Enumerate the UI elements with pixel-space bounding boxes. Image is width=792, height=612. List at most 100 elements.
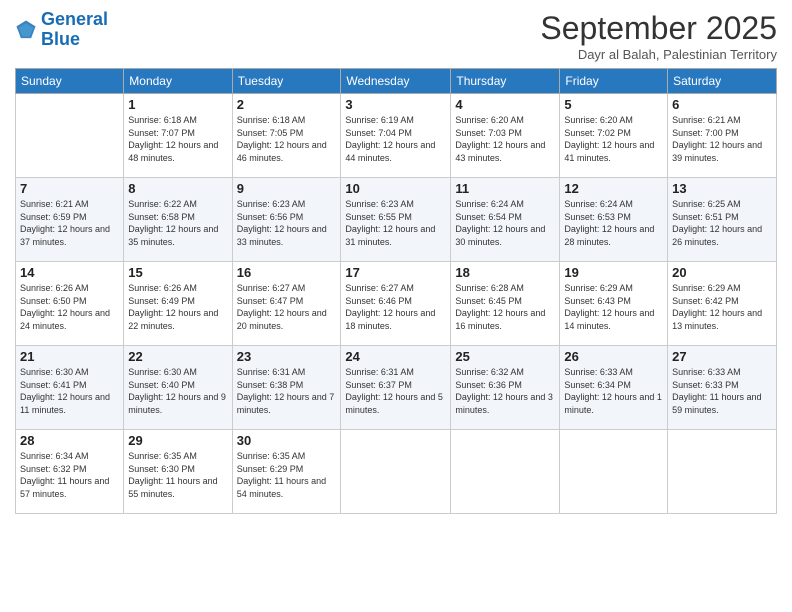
day-cell: 13 Sunrise: 6:25 AMSunset: 6:51 PMDayligh… (668, 178, 777, 262)
day-number: 28 (20, 433, 119, 448)
day-number: 25 (455, 349, 555, 364)
day-number: 22 (128, 349, 227, 364)
day-cell: 12 Sunrise: 6:24 AMSunset: 6:53 PMDayligh… (560, 178, 668, 262)
day-number: 17 (345, 265, 446, 280)
day-cell: 15 Sunrise: 6:26 AMSunset: 6:49 PMDayligh… (124, 262, 232, 346)
day-info: Sunrise: 6:23 AMSunset: 6:55 PMDaylight:… (345, 198, 446, 248)
day-cell: 30 Sunrise: 6:35 AMSunset: 6:29 PMDayligh… (232, 430, 341, 514)
day-cell: 20 Sunrise: 6:29 AMSunset: 6:42 PMDayligh… (668, 262, 777, 346)
day-cell: 28Sunrise: 6:34 AMSunset: 6:32 PMDayligh… (16, 430, 124, 514)
week-row-4: 28Sunrise: 6:34 AMSunset: 6:32 PMDayligh… (16, 430, 777, 514)
day-cell: 27 Sunrise: 6:33 AMSunset: 6:33 PMDayligh… (668, 346, 777, 430)
header-day-saturday: Saturday (668, 69, 777, 94)
day-cell (451, 430, 560, 514)
header-day-friday: Friday (560, 69, 668, 94)
day-cell: 21 Sunrise: 6:30 AMSunset: 6:41 PMDayligh… (16, 346, 124, 430)
day-cell: 10 Sunrise: 6:23 AMSunset: 6:55 PMDayligh… (341, 178, 451, 262)
day-info: Sunrise: 6:24 AMSunset: 6:53 PMDaylight:… (564, 198, 663, 248)
day-cell: 2 Sunrise: 6:18 AMSunset: 7:05 PMDaylight… (232, 94, 341, 178)
day-cell: 14 Sunrise: 6:26 AMSunset: 6:50 PMDayligh… (16, 262, 124, 346)
month-title: September 2025 (540, 10, 777, 47)
header-day-thursday: Thursday (451, 69, 560, 94)
header-day-sunday: Sunday (16, 69, 124, 94)
header-day-monday: Monday (124, 69, 232, 94)
day-cell: 19 Sunrise: 6:29 AMSunset: 6:43 PMDayligh… (560, 262, 668, 346)
day-number: 8 (128, 181, 227, 196)
day-info: Sunrise: 6:20 AMSunset: 7:02 PMDaylight:… (564, 114, 663, 164)
day-number: 12 (564, 181, 663, 196)
day-number: 15 (128, 265, 227, 280)
day-info: Sunrise: 6:22 AMSunset: 6:58 PMDaylight:… (128, 198, 227, 248)
day-info: Sunrise: 6:27 AMSunset: 6:47 PMDaylight:… (237, 282, 337, 332)
day-info: Sunrise: 6:23 AMSunset: 6:56 PMDaylight:… (237, 198, 337, 248)
day-info: Sunrise: 6:19 AMSunset: 7:04 PMDaylight:… (345, 114, 446, 164)
day-cell: 8 Sunrise: 6:22 AMSunset: 6:58 PMDaylight… (124, 178, 232, 262)
day-number: 26 (564, 349, 663, 364)
day-cell: 5 Sunrise: 6:20 AMSunset: 7:02 PMDaylight… (560, 94, 668, 178)
day-number: 27 (672, 349, 772, 364)
week-row-3: 21 Sunrise: 6:30 AMSunset: 6:41 PMDayligh… (16, 346, 777, 430)
day-info: Sunrise: 6:21 AMSunset: 7:00 PMDaylight:… (672, 114, 772, 164)
day-number: 14 (20, 265, 119, 280)
header-row: SundayMondayTuesdayWednesdayThursdayFrid… (16, 69, 777, 94)
day-number: 18 (455, 265, 555, 280)
logo-text: General Blue (41, 10, 108, 50)
day-info: Sunrise: 6:35 AMSunset: 6:29 PMDaylight:… (237, 450, 337, 500)
day-info: Sunrise: 6:20 AMSunset: 7:03 PMDaylight:… (455, 114, 555, 164)
day-number: 1 (128, 97, 227, 112)
day-cell: 17 Sunrise: 6:27 AMSunset: 6:46 PMDayligh… (341, 262, 451, 346)
day-cell: 24Sunrise: 6:31 AMSunset: 6:37 PMDayligh… (341, 346, 451, 430)
day-info: Sunrise: 6:35 AMSunset: 6:30 PMDaylight:… (128, 450, 227, 500)
calendar-table: SundayMondayTuesdayWednesdayThursdayFrid… (15, 68, 777, 514)
day-cell (668, 430, 777, 514)
day-number: 29 (128, 433, 227, 448)
day-number: 21 (20, 349, 119, 364)
day-cell: 9 Sunrise: 6:23 AMSunset: 6:56 PMDaylight… (232, 178, 341, 262)
day-number: 19 (564, 265, 663, 280)
day-info: Sunrise: 6:25 AMSunset: 6:51 PMDaylight:… (672, 198, 772, 248)
day-info: Sunrise: 6:31 AMSunset: 6:38 PMDaylight:… (237, 366, 337, 416)
day-info: Sunrise: 6:28 AMSunset: 6:45 PMDaylight:… (455, 282, 555, 332)
day-cell: 23 Sunrise: 6:31 AMSunset: 6:38 PMDayligh… (232, 346, 341, 430)
day-number: 23 (237, 349, 337, 364)
day-info: Sunrise: 6:30 AMSunset: 6:41 PMDaylight:… (20, 366, 119, 416)
day-number: 13 (672, 181, 772, 196)
day-cell: 16 Sunrise: 6:27 AMSunset: 6:47 PMDayligh… (232, 262, 341, 346)
day-info: Sunrise: 6:32 AMSunset: 6:36 PMDaylight:… (455, 366, 555, 416)
day-cell: 18 Sunrise: 6:28 AMSunset: 6:45 PMDayligh… (451, 262, 560, 346)
header-day-wednesday: Wednesday (341, 69, 451, 94)
location-subtitle: Dayr al Balah, Palestinian Territory (540, 47, 777, 62)
day-cell: 7 Sunrise: 6:21 AMSunset: 6:59 PMDaylight… (16, 178, 124, 262)
day-info: Sunrise: 6:21 AMSunset: 6:59 PMDaylight:… (20, 198, 119, 248)
day-number: 7 (20, 181, 119, 196)
day-cell: 29 Sunrise: 6:35 AMSunset: 6:30 PMDayligh… (124, 430, 232, 514)
day-cell (560, 430, 668, 514)
day-number: 2 (237, 97, 337, 112)
day-cell: 6 Sunrise: 6:21 AMSunset: 7:00 PMDaylight… (668, 94, 777, 178)
day-info: Sunrise: 6:29 AMSunset: 6:42 PMDaylight:… (672, 282, 772, 332)
day-info: Sunrise: 6:27 AMSunset: 6:46 PMDaylight:… (345, 282, 446, 332)
logo-icon (15, 19, 37, 41)
day-number: 6 (672, 97, 772, 112)
day-info: Sunrise: 6:26 AMSunset: 6:49 PMDaylight:… (128, 282, 227, 332)
logo: General Blue (15, 10, 108, 50)
week-row-2: 14 Sunrise: 6:26 AMSunset: 6:50 PMDayligh… (16, 262, 777, 346)
logo-line1: General (41, 9, 108, 29)
day-info: Sunrise: 6:33 AMSunset: 6:33 PMDaylight:… (672, 366, 772, 416)
header-day-tuesday: Tuesday (232, 69, 341, 94)
day-number: 9 (237, 181, 337, 196)
day-number: 16 (237, 265, 337, 280)
title-block: September 2025 Dayr al Balah, Palestinia… (540, 10, 777, 62)
day-info: Sunrise: 6:30 AMSunset: 6:40 PMDaylight:… (128, 366, 227, 416)
day-info: Sunrise: 6:18 AMSunset: 7:07 PMDaylight:… (128, 114, 227, 164)
day-info: Sunrise: 6:29 AMSunset: 6:43 PMDaylight:… (564, 282, 663, 332)
day-info: Sunrise: 6:26 AMSunset: 6:50 PMDaylight:… (20, 282, 119, 332)
day-number: 30 (237, 433, 337, 448)
day-number: 10 (345, 181, 446, 196)
day-number: 20 (672, 265, 772, 280)
day-number: 4 (455, 97, 555, 112)
day-number: 24 (345, 349, 446, 364)
day-number: 5 (564, 97, 663, 112)
day-cell (341, 430, 451, 514)
day-info: Sunrise: 6:18 AMSunset: 7:05 PMDaylight:… (237, 114, 337, 164)
